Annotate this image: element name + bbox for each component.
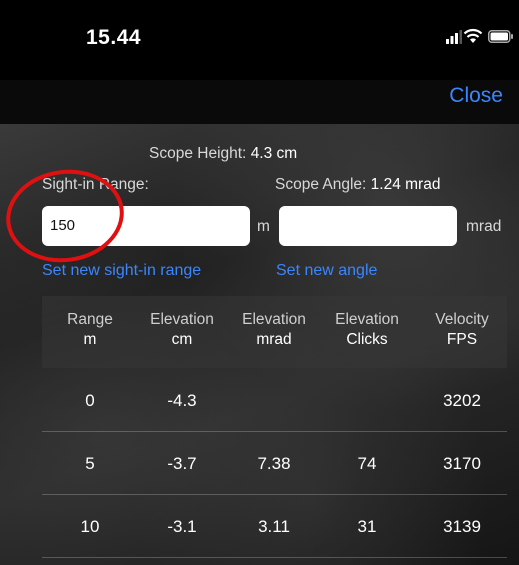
cell-elevation-clicks: 74: [357, 454, 377, 473]
status-bar: 15.44: [0, 0, 519, 80]
range-unit-label: m: [257, 218, 270, 235]
header-velocity-title: Velocity: [435, 311, 489, 328]
wifi-icon: [463, 28, 483, 49]
cell-elevation-mrad: 3.11: [258, 517, 290, 536]
sightin-range-label: Sight-in Range:: [42, 176, 149, 193]
angle-unit-label: mrad: [466, 218, 502, 235]
ballistics-table-header: Range m Elevation cm Elevation mrad Elev…: [42, 296, 507, 368]
table-row: 0 -4.3 3202: [42, 369, 507, 432]
scope-angle-value: 1.24 mrad: [370, 176, 441, 193]
close-button[interactable]: Close: [449, 84, 503, 108]
set-angle-link[interactable]: Set new angle: [276, 262, 377, 280]
header-elevation-clicks-unit: Clicks: [346, 331, 388, 348]
header-velocity-unit: FPS: [446, 331, 478, 348]
nav-bar: Close: [0, 80, 519, 124]
header-elevation-mrad-title: Elevation: [242, 311, 306, 328]
cell-velocity: 3170: [443, 454, 481, 473]
cell-elevation-cm: -3.1: [167, 517, 197, 536]
set-sightin-range-link[interactable]: Set new sight-in range: [42, 262, 201, 280]
status-time: 15.44: [86, 26, 142, 49]
scope-angle-label: Scope Angle:: [275, 176, 367, 193]
cellular-signal-icon: [446, 30, 462, 49]
battery-icon: [488, 30, 514, 48]
cell-elevation-cm: -4.3: [167, 391, 197, 410]
cell-elevation-mrad: 7.38: [257, 454, 291, 473]
cell-elevation-cm: -3.7: [167, 454, 197, 473]
cell-elevation-clicks: 31: [357, 517, 377, 536]
cell-velocity: 3139: [443, 517, 481, 536]
header-velocity: Velocity FPS: [422, 310, 502, 350]
scope-height: Scope Height: 4.3 cm: [149, 145, 297, 163]
scope-height-value: 4.3 cm: [250, 145, 298, 162]
header-elevation-cm-title: Elevation: [150, 311, 214, 328]
header-range-unit: m: [83, 331, 97, 348]
cell-range: 10: [80, 517, 100, 536]
header-elevation-mrad-unit: mrad: [256, 331, 292, 348]
header-elevation-clicks-title: Elevation: [335, 311, 399, 328]
header-elevation-clicks: Elevation Clicks: [327, 310, 407, 350]
scope-angle: Scope Angle: 1.24 mrad: [275, 176, 440, 194]
header-elevation-cm-unit: cm: [171, 331, 193, 348]
cell-range: 0: [85, 391, 95, 410]
sightin-range-input[interactable]: 150: [42, 206, 250, 246]
header-elevation-cm: Elevation cm: [142, 310, 222, 350]
header-range: Range m: [50, 310, 130, 350]
scope-angle-input[interactable]: [279, 206, 457, 246]
table-row: 5 -3.7 7.38 74 3170: [42, 432, 507, 495]
cell-range: 5: [85, 454, 95, 473]
cell-velocity: 3202: [443, 391, 481, 410]
table-row: 10 -3.1 3.11 31 3139: [42, 495, 507, 558]
scope-height-label: Scope Height:: [149, 145, 247, 162]
header-elevation-mrad: Elevation mrad: [234, 310, 314, 350]
header-range-title: Range: [67, 311, 113, 328]
